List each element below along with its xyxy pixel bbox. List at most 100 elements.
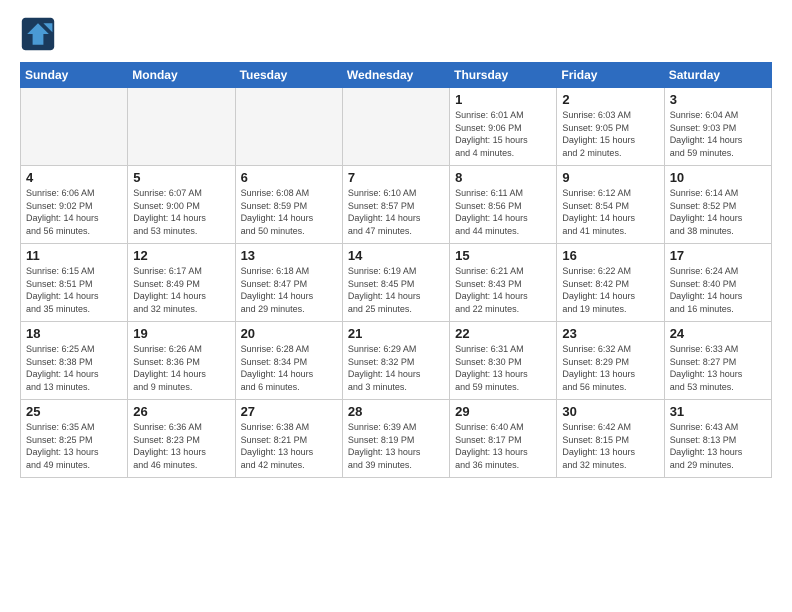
week-row-4: 18 Sunrise: 6:25 AM Sunset: 8:38 PM Dayli… [21, 322, 772, 400]
day-number: 6 [241, 170, 337, 185]
day-info: Sunrise: 6:40 AM Sunset: 8:17 PM Dayligh… [455, 421, 551, 471]
week-row-2: 4Sunrise: 6:06 AM Sunset: 9:02 PM Daylig… [21, 166, 772, 244]
week-row-1: 1Sunrise: 6:01 AM Sunset: 9:06 PM Daylig… [21, 88, 772, 166]
weekday-monday: Monday [128, 63, 235, 88]
day-info: Sunrise: 6:12 AM Sunset: 8:54 PM Dayligh… [562, 187, 658, 237]
day-cell: 1Sunrise: 6:01 AM Sunset: 9:06 PM Daylig… [450, 88, 557, 166]
day-info: Sunrise: 6:04 AM Sunset: 9:03 PM Dayligh… [670, 109, 766, 159]
day-info: Sunrise: 6:21 AM Sunset: 8:43 PM Dayligh… [455, 265, 551, 315]
day-cell: 3 Sunrise: 6:04 AM Sunset: 9:03 PM Daylig… [664, 88, 771, 166]
day-number: 11 [26, 248, 122, 263]
header [20, 16, 772, 52]
day-info: Sunrise: 6:38 AM Sunset: 8:21 PM Dayligh… [241, 421, 337, 471]
day-number: 18 [26, 326, 122, 341]
day-cell: 26Sunrise: 6:36 AM Sunset: 8:23 PM Dayli… [128, 400, 235, 478]
week-row-5: 25 Sunrise: 6:35 AM Sunset: 8:25 PM Dayli… [21, 400, 772, 478]
day-number: 2 [562, 92, 658, 107]
day-number: 20 [241, 326, 337, 341]
day-number: 23 [562, 326, 658, 341]
logo [20, 16, 60, 52]
day-number: 4 [26, 170, 122, 185]
day-cell: 13 Sunrise: 6:18 AM Sunset: 8:47 PM Dayli… [235, 244, 342, 322]
day-number: 12 [133, 248, 229, 263]
day-cell: 7 Sunrise: 6:10 AM Sunset: 8:57 PM Daylig… [342, 166, 449, 244]
day-number: 5 [133, 170, 229, 185]
day-number: 25 [26, 404, 122, 419]
weekday-friday: Friday [557, 63, 664, 88]
day-number: 3 [670, 92, 766, 107]
day-info: Sunrise: 6:35 AM Sunset: 8:25 PM Dayligh… [26, 421, 122, 471]
day-cell: 14Sunrise: 6:19 AM Sunset: 8:45 PM Dayli… [342, 244, 449, 322]
day-cell: 6 Sunrise: 6:08 AM Sunset: 8:59 PM Daylig… [235, 166, 342, 244]
weekday-sunday: Sunday [21, 63, 128, 88]
day-info: Sunrise: 6:15 AM Sunset: 8:51 PM Dayligh… [26, 265, 122, 315]
day-info: Sunrise: 6:43 AM Sunset: 8:13 PM Dayligh… [670, 421, 766, 471]
day-number: 24 [670, 326, 766, 341]
day-number: 8 [455, 170, 551, 185]
day-cell [235, 88, 342, 166]
day-info: Sunrise: 6:03 AM Sunset: 9:05 PM Dayligh… [562, 109, 658, 159]
day-info: Sunrise: 6:22 AM Sunset: 8:42 PM Dayligh… [562, 265, 658, 315]
day-info: Sunrise: 6:39 AM Sunset: 8:19 PM Dayligh… [348, 421, 444, 471]
weekday-wednesday: Wednesday [342, 63, 449, 88]
logo-icon [20, 16, 56, 52]
day-number: 28 [348, 404, 444, 419]
day-cell: 16 Sunrise: 6:22 AM Sunset: 8:42 PM Dayli… [557, 244, 664, 322]
day-info: Sunrise: 6:28 AM Sunset: 8:34 PM Dayligh… [241, 343, 337, 393]
day-cell: 19 Sunrise: 6:26 AM Sunset: 8:36 PM Dayli… [128, 322, 235, 400]
day-cell: 29 Sunrise: 6:40 AM Sunset: 8:17 PM Dayli… [450, 400, 557, 478]
day-cell: 23Sunrise: 6:32 AM Sunset: 8:29 PM Dayli… [557, 322, 664, 400]
day-info: Sunrise: 6:07 AM Sunset: 9:00 PM Dayligh… [133, 187, 229, 237]
day-cell: 4Sunrise: 6:06 AM Sunset: 9:02 PM Daylig… [21, 166, 128, 244]
day-cell: 31 Sunrise: 6:43 AM Sunset: 8:13 PM Dayli… [664, 400, 771, 478]
day-cell: 24 Sunrise: 6:33 AM Sunset: 8:27 PM Dayli… [664, 322, 771, 400]
day-number: 9 [562, 170, 658, 185]
day-cell: 10Sunrise: 6:14 AM Sunset: 8:52 PM Dayli… [664, 166, 771, 244]
day-info: Sunrise: 6:10 AM Sunset: 8:57 PM Dayligh… [348, 187, 444, 237]
day-info: Sunrise: 6:26 AM Sunset: 8:36 PM Dayligh… [133, 343, 229, 393]
calendar: SundayMondayTuesdayWednesdayThursdayFrid… [20, 62, 772, 478]
day-info: Sunrise: 6:14 AM Sunset: 8:52 PM Dayligh… [670, 187, 766, 237]
day-info: Sunrise: 6:18 AM Sunset: 8:47 PM Dayligh… [241, 265, 337, 315]
day-cell: 8 Sunrise: 6:11 AM Sunset: 8:56 PM Daylig… [450, 166, 557, 244]
day-number: 29 [455, 404, 551, 419]
day-cell: 27 Sunrise: 6:38 AM Sunset: 8:21 PM Dayli… [235, 400, 342, 478]
day-cell: 2 Sunrise: 6:03 AM Sunset: 9:05 PM Daylig… [557, 88, 664, 166]
day-number: 30 [562, 404, 658, 419]
day-info: Sunrise: 6:11 AM Sunset: 8:56 PM Dayligh… [455, 187, 551, 237]
day-info: Sunrise: 6:25 AM Sunset: 8:38 PM Dayligh… [26, 343, 122, 393]
day-number: 1 [455, 92, 551, 107]
day-info: Sunrise: 6:19 AM Sunset: 8:45 PM Dayligh… [348, 265, 444, 315]
day-cell: 17 Sunrise: 6:24 AM Sunset: 8:40 PM Dayli… [664, 244, 771, 322]
day-info: Sunrise: 6:17 AM Sunset: 8:49 PM Dayligh… [133, 265, 229, 315]
day-number: 27 [241, 404, 337, 419]
day-number: 22 [455, 326, 551, 341]
day-number: 7 [348, 170, 444, 185]
day-info: Sunrise: 6:36 AM Sunset: 8:23 PM Dayligh… [133, 421, 229, 471]
day-number: 16 [562, 248, 658, 263]
page: SundayMondayTuesdayWednesdayThursdayFrid… [0, 0, 792, 612]
day-cell [342, 88, 449, 166]
weekday-saturday: Saturday [664, 63, 771, 88]
day-cell: 15Sunrise: 6:21 AM Sunset: 8:43 PM Dayli… [450, 244, 557, 322]
day-info: Sunrise: 6:08 AM Sunset: 8:59 PM Dayligh… [241, 187, 337, 237]
day-number: 21 [348, 326, 444, 341]
day-number: 17 [670, 248, 766, 263]
day-info: Sunrise: 6:33 AM Sunset: 8:27 PM Dayligh… [670, 343, 766, 393]
day-number: 19 [133, 326, 229, 341]
day-cell [21, 88, 128, 166]
day-number: 31 [670, 404, 766, 419]
day-number: 13 [241, 248, 337, 263]
day-cell: 12 Sunrise: 6:17 AM Sunset: 8:49 PM Dayli… [128, 244, 235, 322]
day-cell: 11 Sunrise: 6:15 AM Sunset: 8:51 PM Dayli… [21, 244, 128, 322]
day-cell: 21Sunrise: 6:29 AM Sunset: 8:32 PM Dayli… [342, 322, 449, 400]
day-cell: 20 Sunrise: 6:28 AM Sunset: 8:34 PM Dayli… [235, 322, 342, 400]
weekday-tuesday: Tuesday [235, 63, 342, 88]
day-cell: 9 Sunrise: 6:12 AM Sunset: 8:54 PM Daylig… [557, 166, 664, 244]
day-cell: 22 Sunrise: 6:31 AM Sunset: 8:30 PM Dayli… [450, 322, 557, 400]
weekday-thursday: Thursday [450, 63, 557, 88]
day-cell: 18 Sunrise: 6:25 AM Sunset: 8:38 PM Dayli… [21, 322, 128, 400]
day-info: Sunrise: 6:24 AM Sunset: 8:40 PM Dayligh… [670, 265, 766, 315]
day-info: Sunrise: 6:31 AM Sunset: 8:30 PM Dayligh… [455, 343, 551, 393]
day-cell: 30Sunrise: 6:42 AM Sunset: 8:15 PM Dayli… [557, 400, 664, 478]
